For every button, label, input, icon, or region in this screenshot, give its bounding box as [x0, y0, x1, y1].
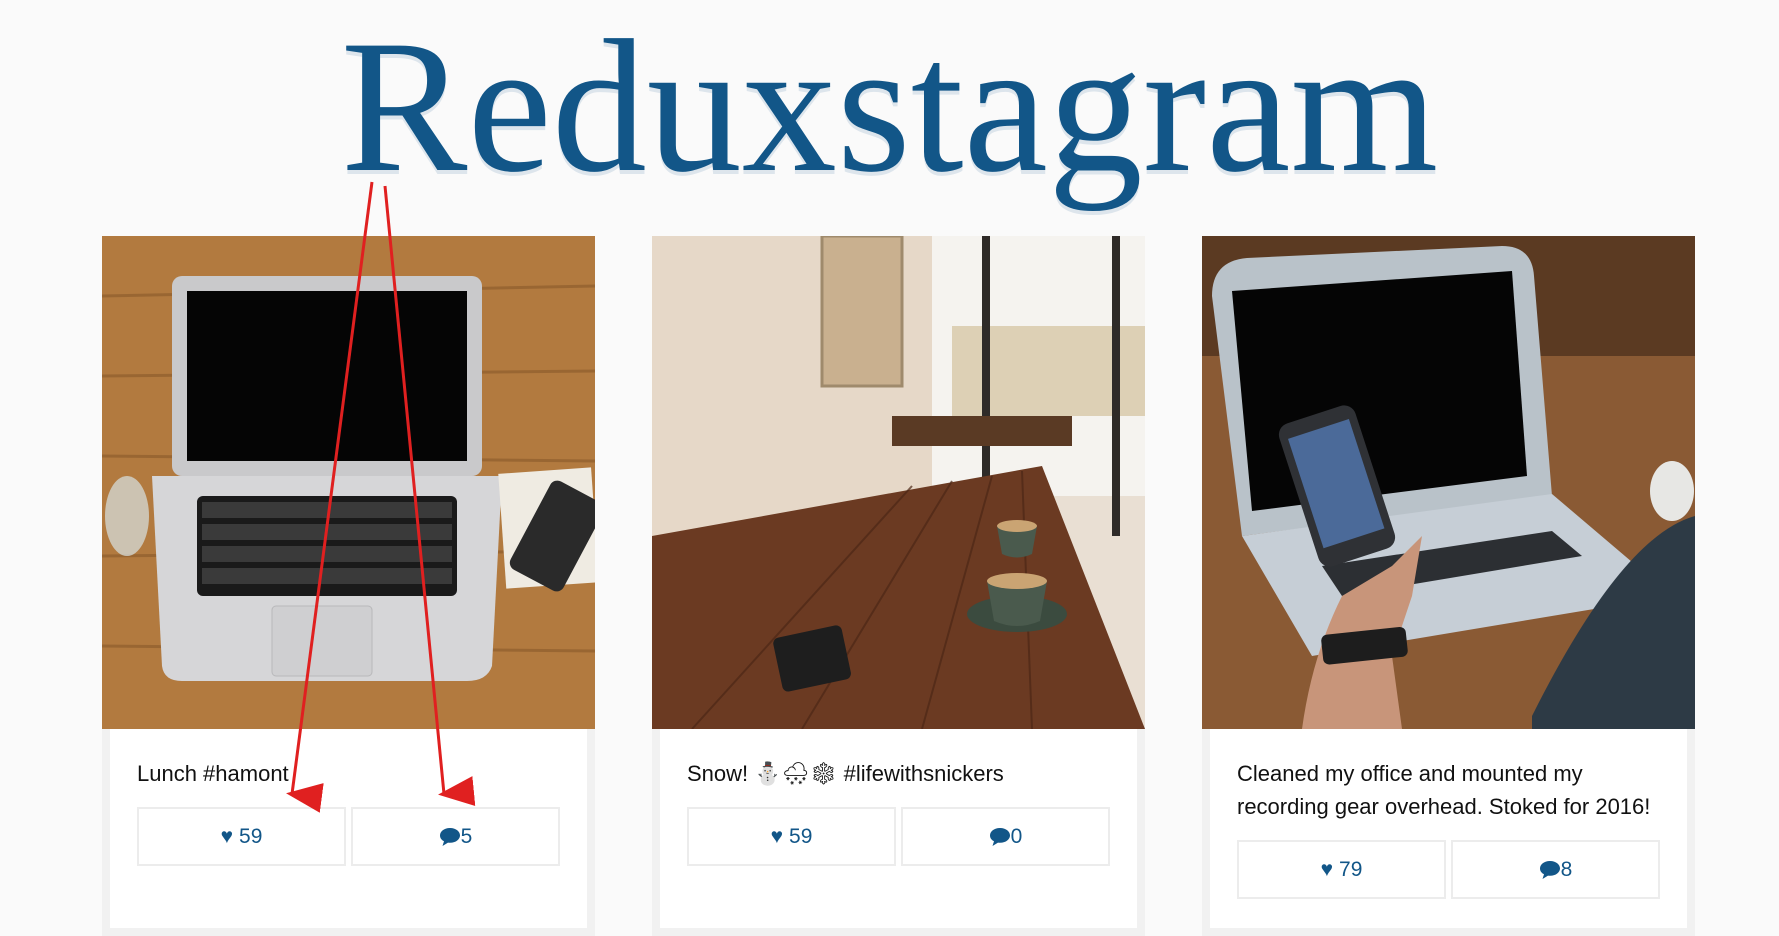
heart-icon: ♥ — [1320, 857, 1334, 881]
post-caption: Lunch #hamont — [137, 761, 289, 786]
post-card: Snow! ⛄🌨❄ #lifewithsnickers ♥ 59 0 — [652, 236, 1145, 936]
post-controls: ♥ 79 8 — [1237, 840, 1660, 899]
app-logo[interactable]: Reduxstagram — [0, 12, 1779, 202]
like-count: 59 — [239, 824, 263, 848]
speech-bubble-icon — [1539, 860, 1561, 880]
comment-count: 5 — [460, 824, 473, 848]
like-count: 79 — [1339, 857, 1363, 881]
post-card: Lunch #hamont ♥ 59 5 — [102, 236, 595, 936]
post-controls: ♥ 59 0 — [687, 807, 1110, 866]
post-caption: Cleaned my office and mounted my recordi… — [1237, 761, 1651, 819]
heart-icon: ♥ — [220, 824, 234, 848]
like-count: 59 — [789, 824, 813, 848]
comment-count: 0 — [1010, 824, 1023, 848]
post-card: Cleaned my office and mounted my recordi… — [1202, 236, 1695, 936]
comment-button[interactable]: 0 — [901, 807, 1110, 866]
post-caption: Snow! ⛄🌨❄ #lifewithsnickers — [687, 761, 1004, 786]
like-button[interactable]: ♥ 79 — [1237, 840, 1446, 899]
speech-bubble-icon — [439, 827, 461, 847]
post-photo[interactable] — [102, 236, 595, 729]
post-controls: ♥ 59 5 — [137, 807, 560, 866]
heart-icon: ♥ — [770, 824, 784, 848]
post-photo[interactable] — [652, 236, 1145, 729]
post-photo[interactable] — [1202, 236, 1695, 729]
like-button[interactable]: ♥ 59 — [687, 807, 896, 866]
comment-button[interactable]: 5 — [351, 807, 560, 866]
speech-bubble-icon — [989, 827, 1011, 847]
comment-count: 8 — [1560, 857, 1573, 881]
photo-grid: Lunch #hamont ♥ 59 5 Snow! ⛄🌨❄ #lifewith… — [102, 236, 1707, 936]
comment-button[interactable]: 8 — [1451, 840, 1660, 899]
like-button[interactable]: ♥ 59 — [137, 807, 346, 866]
